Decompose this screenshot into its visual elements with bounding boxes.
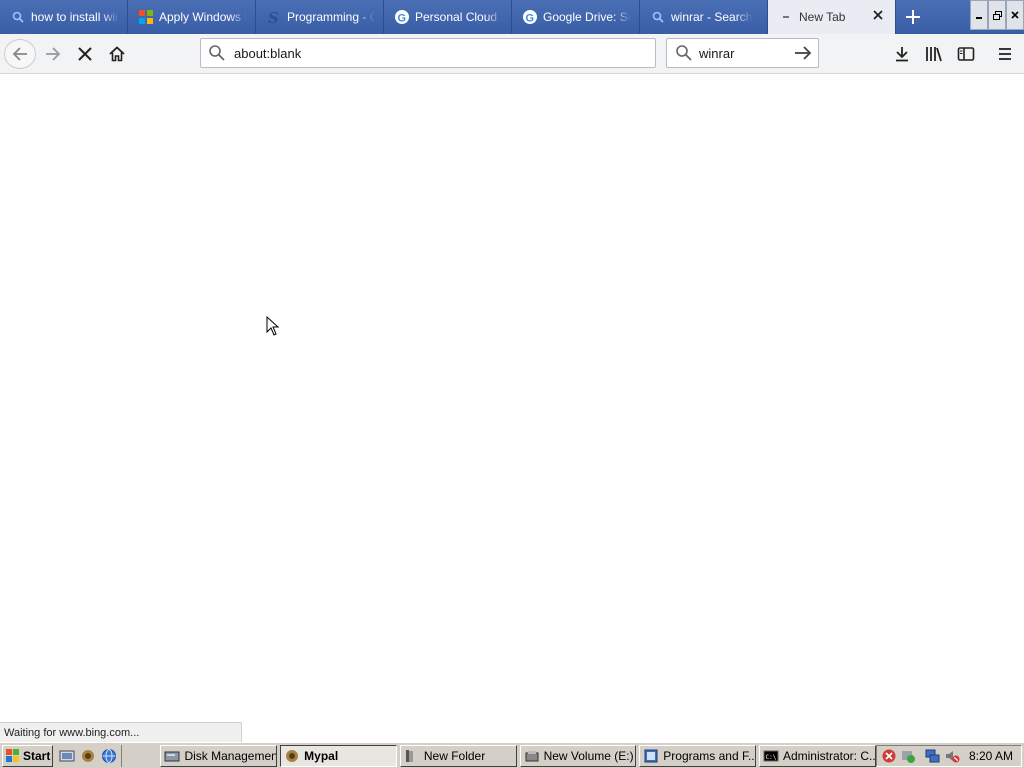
- svg-text:G: G: [398, 13, 407, 25]
- window-controls: [970, 0, 1024, 34]
- stop-icon: [78, 47, 92, 61]
- minimize-button[interactable]: [970, 0, 988, 30]
- download-icon: [896, 47, 908, 62]
- task-label: Administrator: C...: [782, 748, 876, 763]
- loading-icon: [778, 9, 794, 25]
- menu-button[interactable]: [990, 39, 1020, 69]
- drive-icon: [525, 750, 539, 761]
- go-arrow-icon[interactable]: [794, 46, 812, 60]
- search-bar[interactable]: winrar: [666, 38, 819, 68]
- network-icon[interactable]: [925, 748, 941, 764]
- mypal-icon: [286, 749, 299, 762]
- tab-label: how to install winc: [31, 10, 119, 24]
- quick-launch: [59, 744, 123, 767]
- search-icon: [209, 45, 225, 61]
- task-label: New Folder: [423, 748, 486, 763]
- close-window-button[interactable]: [1006, 0, 1024, 30]
- hamburger-menu-icon: [999, 48, 1011, 60]
- task-mypal[interactable]: Mypal: [280, 744, 397, 767]
- tab-apply-windows[interactable]: Apply Windows Im: [128, 0, 256, 34]
- tab-how-to-install[interactable]: how to install winc: [0, 0, 128, 34]
- tab-google-drive[interactable]: G Google Drive: Sign: [512, 0, 640, 34]
- show-desktop-icon[interactable]: [59, 748, 75, 764]
- navigation-toolbar: about:blank winrar: [0, 34, 1024, 74]
- security-alert-icon[interactable]: [881, 748, 897, 764]
- search-icon: [650, 9, 666, 25]
- downloads-button[interactable]: [887, 39, 917, 69]
- task-administrator-cmd[interactable]: C:\ Administrator: C...: [758, 744, 876, 767]
- tab-label: Google Drive: Sign: [543, 10, 631, 24]
- tab-label: winrar - Search: [671, 10, 753, 24]
- task-new-folder[interactable]: New Folder: [399, 744, 517, 767]
- url-text[interactable]: about:blank: [234, 46, 301, 61]
- home-icon: [109, 46, 125, 62]
- forward-button[interactable]: [38, 39, 68, 69]
- tab-personal-cloud[interactable]: G Personal Cloud St: [384, 0, 512, 34]
- library-icon: [926, 47, 942, 62]
- stop-loading-button[interactable]: [70, 39, 100, 69]
- search-icon: [676, 45, 692, 61]
- svg-text:G: G: [526, 13, 535, 25]
- tab-label: Personal Cloud St: [415, 10, 503, 24]
- task-disk-management[interactable]: Disk Management: [160, 744, 278, 767]
- system-tray: 8:20 AM: [875, 744, 1023, 767]
- volume-muted-icon[interactable]: [944, 748, 960, 764]
- task-label: Programs and F...: [663, 748, 756, 763]
- google-icon: G: [522, 9, 538, 25]
- clock[interactable]: 8:20 AM: [969, 749, 1013, 763]
- search-input[interactable]: winrar: [699, 46, 794, 61]
- mouse-cursor-icon: [266, 316, 280, 336]
- sidebar-button[interactable]: [951, 39, 981, 69]
- programs-icon: [644, 749, 658, 762]
- tab-programming[interactable]: S Programming - Co: [256, 0, 384, 34]
- status-panel: Waiting for www.bing.com...: [0, 722, 242, 742]
- close-tab-icon[interactable]: [871, 9, 885, 23]
- folder-icon: [405, 749, 413, 762]
- windows-logo-icon: [138, 9, 154, 25]
- back-arrow-icon: [12, 47, 27, 61]
- forward-arrow-icon: [46, 47, 61, 61]
- tab-label: New Tab: [799, 10, 846, 24]
- close-icon: [1011, 11, 1019, 19]
- update-shield-icon[interactable]: [900, 748, 916, 764]
- tab-label: Apply Windows Im: [159, 10, 247, 24]
- start-label: Start: [23, 748, 51, 763]
- sidebar-icon: [957, 47, 975, 61]
- status-text: Waiting for www.bing.com...: [4, 727, 140, 739]
- page-content[interactable]: [0, 75, 1024, 742]
- minimize-icon: [976, 17, 982, 19]
- library-button[interactable]: [919, 39, 949, 69]
- tab-label: Programming - Co: [287, 10, 375, 24]
- search-icon: [10, 9, 26, 25]
- cmd-icon: C:\: [763, 750, 779, 761]
- taskbar: Start Disk Management Mypal New Folder N…: [0, 742, 1024, 768]
- windows-logo-icon: [6, 748, 19, 762]
- svg-text:S: S: [268, 9, 279, 25]
- task-label: Disk Management: [184, 748, 278, 763]
- task-new-volume[interactable]: New Volume (E:): [519, 744, 637, 767]
- browser-launch-icon[interactable]: [101, 748, 117, 764]
- svg-text:C:\: C:\: [765, 754, 776, 761]
- restore-button[interactable]: [988, 0, 1006, 30]
- restore-icon: [992, 10, 1002, 20]
- url-bar[interactable]: about:blank: [200, 38, 656, 68]
- back-button[interactable]: [4, 39, 36, 69]
- plus-icon: [906, 10, 920, 24]
- s-logo-icon: S: [266, 9, 282, 25]
- disk-management-icon: [164, 751, 180, 761]
- task-programs-and-features[interactable]: Programs and F...: [639, 744, 756, 767]
- new-tab-button[interactable]: [896, 0, 930, 34]
- mypal-launch-icon[interactable]: [80, 748, 96, 764]
- tab-new-tab[interactable]: New Tab: [768, 0, 896, 34]
- tab-winrar-search[interactable]: winrar - Search: [640, 0, 768, 34]
- task-label: Mypal: [304, 748, 339, 763]
- home-button[interactable]: [102, 39, 132, 69]
- google-icon: G: [394, 9, 410, 25]
- task-label: New Volume (E:): [543, 748, 634, 763]
- start-button[interactable]: Start: [2, 744, 54, 767]
- tab-strip: how to install winc Apply Windows Im S P…: [0, 0, 1024, 34]
